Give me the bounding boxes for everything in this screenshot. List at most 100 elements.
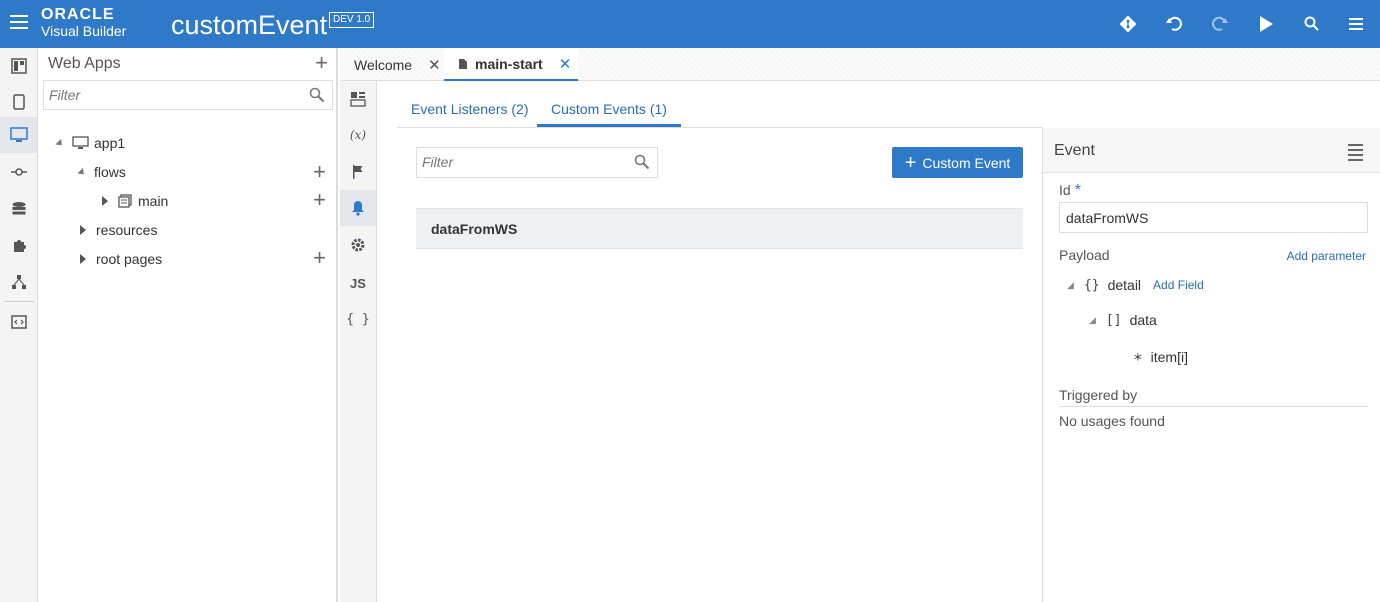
app-title: customEvent: [171, 10, 328, 40]
page-designer-rail: (x) JS { }: [340, 81, 377, 602]
expand-icon[interactable]: [80, 225, 86, 235]
required-mark: *: [1074, 182, 1081, 199]
id-field: [1059, 202, 1368, 233]
variables-icon[interactable]: (x): [340, 117, 376, 153]
tab-main-start[interactable]: main-start ✕: [444, 48, 578, 81]
events-filter: [416, 147, 658, 178]
menu-icon[interactable]: [1346, 14, 1366, 34]
collapse-icon[interactable]: [77, 167, 87, 177]
expand-icon[interactable]: [80, 254, 86, 264]
properties-header: Event: [1043, 128, 1380, 173]
properties-panel: Event Id* Payload Add parameter ◢ {} det…: [1042, 128, 1380, 602]
any-type-icon: ∗: [1133, 347, 1143, 366]
components-icon[interactable]: [0, 227, 37, 263]
tree-label: app1: [94, 135, 126, 151]
tree-item-app1[interactable]: app1: [55, 132, 126, 154]
run-icon[interactable]: [1256, 14, 1276, 34]
git-icon[interactable]: [1118, 14, 1138, 34]
add-parameter-link[interactable]: Add parameter: [1287, 249, 1366, 263]
collapse-icon[interactable]: ◢: [1067, 280, 1074, 291]
page-icon: [459, 58, 467, 69]
page-designer-icon[interactable]: [340, 81, 376, 117]
triggered-by-value: No usages found: [1059, 413, 1165, 429]
panel-menu-icon[interactable]: [1348, 144, 1363, 164]
services-icon[interactable]: [0, 154, 37, 190]
business-objects-icon[interactable]: [0, 191, 37, 227]
add-web-app-button[interactable]: +: [315, 52, 328, 74]
desktop-apps-icon[interactable]: [0, 117, 37, 153]
left-icon-rail: [0, 48, 38, 602]
tree-label: root pages: [96, 251, 163, 267]
close-icon[interactable]: ✕: [428, 56, 441, 74]
oracle-logo: ORACLE: [41, 6, 115, 23]
tree-label: resources: [96, 222, 158, 238]
hamburger-menu-icon[interactable]: [10, 15, 28, 33]
payload-tree-data[interactable]: ◢ [] data: [1089, 312, 1157, 328]
search-icon[interactable]: [309, 87, 325, 103]
add-flow-button[interactable]: +: [313, 161, 326, 183]
id-label: Id *: [1059, 182, 1081, 200]
field-name: data: [1129, 312, 1157, 328]
app-header: ORACLE Visual Builder customEvent DEV 1.…: [0, 0, 1380, 48]
tree-item-resources[interactable]: resources: [80, 219, 157, 241]
add-custom-event-button[interactable]: + Custom Event: [892, 147, 1023, 178]
web-apps-icon[interactable]: [0, 48, 37, 84]
events-icon[interactable]: [340, 190, 376, 226]
processes-icon[interactable]: [0, 264, 37, 300]
search-icon[interactable]: [634, 154, 650, 170]
close-icon[interactable]: ✕: [559, 55, 572, 73]
payload-tree-item[interactable]: ∗ item[i]: [1133, 347, 1188, 366]
plus-icon: +: [904, 151, 917, 174]
navigator-panel: Web Apps + app1 flows + main + resources…: [38, 48, 338, 602]
tab-event-listeners[interactable]: Event Listeners (2): [397, 93, 543, 127]
add-field-link[interactable]: Add Field: [1153, 278, 1204, 292]
navigator-title: Web Apps: [48, 55, 121, 72]
tab-custom-events[interactable]: Custom Events (1): [537, 93, 681, 127]
button-label: Custom Event: [922, 154, 1011, 171]
collapse-icon[interactable]: ◢: [1089, 315, 1096, 326]
properties-title: Event: [1054, 142, 1095, 159]
json-icon[interactable]: { }: [340, 301, 376, 337]
field-name: item[i]: [1150, 348, 1188, 365]
tab-welcome[interactable]: Welcome ✕: [340, 48, 444, 81]
array-icon: []: [1105, 312, 1122, 328]
editor-tabs: Welcome ✕ main-start ✕: [340, 48, 1380, 81]
triggered-by-label: Triggered by: [1059, 387, 1138, 403]
actions-icon[interactable]: [340, 154, 376, 190]
navigator-filter-input[interactable]: [44, 81, 284, 109]
divider: [1059, 406, 1368, 407]
tree-label: flows: [94, 164, 126, 180]
field-name: detail: [1107, 277, 1142, 293]
expand-icon[interactable]: [102, 196, 108, 206]
id-input[interactable]: [1060, 203, 1360, 232]
tree-item-flows[interactable]: flows: [77, 161, 126, 183]
settings-icon[interactable]: [340, 227, 376, 263]
add-page-button[interactable]: +: [313, 189, 326, 211]
tree-item-main[interactable]: main: [102, 190, 168, 212]
tab-label: main-start: [475, 55, 543, 72]
payload-tree-detail[interactable]: ◢ {} detail Add Field: [1067, 277, 1204, 293]
product-name: Visual Builder: [41, 23, 127, 39]
tree-label: main: [138, 193, 169, 209]
id-label-text: Id: [1059, 182, 1071, 198]
version-badge: DEV 1.0: [329, 12, 375, 28]
payload-label: Payload: [1059, 247, 1110, 263]
tab-label: Welcome: [354, 56, 413, 73]
source-icon[interactable]: [0, 304, 37, 340]
js-icon[interactable]: JS: [340, 265, 376, 301]
events-filter-input[interactable]: [417, 148, 617, 176]
undo-icon[interactable]: [1164, 14, 1184, 34]
mobile-apps-icon[interactable]: [0, 84, 37, 120]
rail-divider: [4, 301, 34, 302]
search-icon[interactable]: [1302, 14, 1322, 34]
flow-icon: [118, 194, 132, 208]
subtab-divider: [397, 127, 1042, 128]
redo-icon[interactable]: [1210, 14, 1230, 34]
tree-item-root-pages[interactable]: root pages: [80, 248, 162, 270]
collapse-icon[interactable]: [55, 138, 65, 148]
add-root-page-button[interactable]: +: [313, 247, 326, 269]
object-icon: {}: [1083, 277, 1100, 293]
navigator-filter: [43, 80, 333, 110]
event-row-datafromws[interactable]: dataFromWS: [416, 208, 1023, 249]
desktop-icon: [72, 136, 89, 149]
